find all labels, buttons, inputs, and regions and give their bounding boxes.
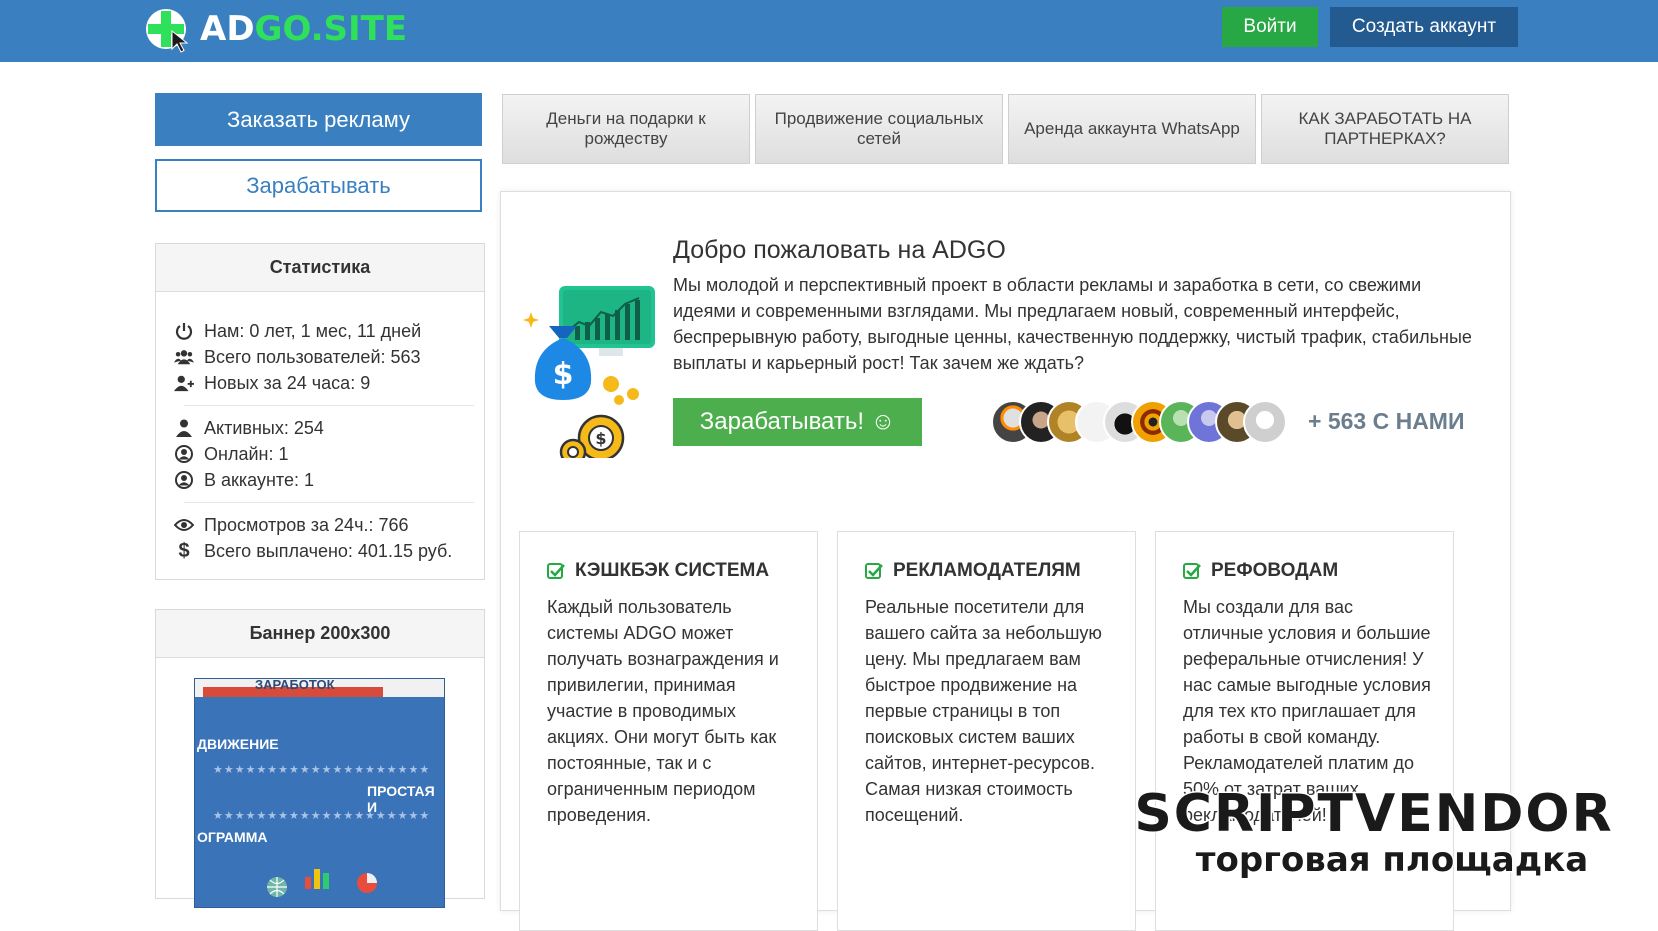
stats-divider xyxy=(184,502,474,503)
users-icon xyxy=(174,347,194,367)
banner-text: ДВИЖЕНИЕ xyxy=(197,736,279,752)
members-count: + 563 С НАМИ xyxy=(1308,408,1465,434)
stat-row: Всего пользователей: 563 xyxy=(174,344,466,370)
stat-row: В аккаунте: 1 xyxy=(174,467,466,493)
banner-text: ОГРАММА xyxy=(197,829,268,845)
card-text: Каждый пользователь системы ADGO может п… xyxy=(547,597,779,825)
stat-row: Новых за 24 часа: 9 xyxy=(174,370,466,396)
globe-icon xyxy=(267,877,287,897)
stat-text: Просмотров за 24ч.: 766 xyxy=(204,514,409,535)
power-icon xyxy=(174,321,194,341)
check-square-icon xyxy=(865,563,883,579)
svg-text:$: $ xyxy=(553,357,574,392)
user-plus-icon xyxy=(174,373,194,393)
tab-partner-earning[interactable]: КАК ЗАРАБОТАТЬ НА ПАРТНЕРКАХ? xyxy=(1261,94,1509,164)
tab-social-promotion[interactable]: Продвижение социальных сетей xyxy=(755,94,1003,164)
stat-row: Нам: 0 лет, 1 мес, 11 дней xyxy=(174,318,466,344)
stat-text: В аккаунте: 1 xyxy=(204,469,314,490)
feature-card-cashback: КЭШКБЭК СИСТЕМА Каждый пользователь сист… xyxy=(519,531,818,931)
logo-cross-icon xyxy=(146,9,189,53)
hero-earn-button[interactable]: Зарабатывать! ☺ xyxy=(673,398,922,446)
welcome-title: Добро пожаловать на ADGO xyxy=(673,236,1006,264)
check-square-icon xyxy=(1183,563,1201,579)
user-icon xyxy=(174,418,194,438)
stat-row: Просмотров за 24ч.: 766 xyxy=(174,512,466,538)
card-title: КЭШКБЭК СИСТЕМА xyxy=(547,560,769,582)
bar-chart-icon xyxy=(305,869,329,889)
register-button[interactable]: Создать аккаунт xyxy=(1330,7,1518,47)
login-button[interactable]: Войти xyxy=(1222,7,1318,47)
card-title-text: КЭШКБЭК СИСТЕМА xyxy=(575,560,770,581)
stat-text: Новых за 24 часа: 9 xyxy=(204,372,371,393)
eye-icon xyxy=(174,515,194,535)
avatar[interactable] xyxy=(1243,400,1287,444)
banner-image[interactable]: ЗАРАБОТОК ДВИЖЕНИЕ ★★★★★★★★★★★★★★★★★★★★ … xyxy=(194,678,445,908)
logo-text: ADGO.SITE xyxy=(200,9,407,49)
stats-group-age: Нам: 0 лет, 1 мес, 11 дней Всего пользов… xyxy=(156,318,484,396)
stat-text: Онлайн: 1 xyxy=(204,443,289,464)
dollar-icon: $ xyxy=(178,539,190,562)
tab-whatsapp-rent[interactable]: Аренда аккаунта WhatsApp xyxy=(1008,94,1256,164)
stat-text: Всего выплачено: 401.15 руб. xyxy=(204,540,453,561)
card-title: РЕФОВОДАМ xyxy=(1183,560,1338,582)
logo-text-ad: AD xyxy=(200,9,255,49)
site-logo[interactable]: ADGO.SITE xyxy=(144,4,407,54)
stat-text: Активных: 254 xyxy=(204,417,324,438)
stat-text: Всего пользователей: 563 xyxy=(204,346,421,367)
order-ads-button[interactable]: Заказать рекламу xyxy=(155,93,482,146)
stat-row: Онлайн: 1 xyxy=(174,441,466,467)
statistics-title: Статистика xyxy=(156,244,484,292)
tab-christmas-money[interactable]: Деньги на подарки к рождеству xyxy=(502,94,750,164)
stat-row: Активных: 254 xyxy=(174,415,466,441)
banner-title: Баннер 200х300 xyxy=(156,610,484,658)
banner-text: ЗАРАБОТОК xyxy=(255,678,335,692)
card-title-text: РЕФОВОДАМ xyxy=(1211,560,1339,581)
banner-panel: Баннер 200х300 ЗАРАБОТОК ДВИЖЕНИЕ ★★★★★★… xyxy=(155,609,485,908)
pie-chart-icon xyxy=(357,873,377,893)
stat-row: $ Всего выплачено: 401.15 руб. xyxy=(174,538,466,564)
check-square-icon xyxy=(547,563,565,579)
member-avatars xyxy=(991,398,1301,446)
svg-text:$: $ xyxy=(595,429,606,448)
watermark-subtitle: торговая площадка xyxy=(1196,840,1588,880)
money-growth-illustration: $ $ xyxy=(523,286,655,458)
user-circle-icon xyxy=(174,470,194,490)
logo-text-rest: GO.SITE xyxy=(254,9,408,49)
stat-text: Нам: 0 лет, 1 мес, 11 дней xyxy=(204,320,422,341)
user-circle-icon xyxy=(174,444,194,464)
statistics-panel: Статистика Нам: 0 лет, 1 мес, 11 дней Вс… xyxy=(155,243,485,580)
welcome-text: Мы молодой и перспективный проект в обла… xyxy=(673,275,1472,373)
card-title: РЕКЛАМОДАТЕЛЯМ xyxy=(865,560,1081,582)
stats-divider xyxy=(184,405,474,406)
card-text: Реальные посетители для вашего сайта за … xyxy=(865,597,1102,825)
sidebar-earn-button[interactable]: Зарабатывать xyxy=(155,159,482,212)
card-title-text: РЕКЛАМОДАТЕЛЯМ xyxy=(893,560,1081,581)
top-navbar: ADGO.SITE Войти Создать аккаунт xyxy=(0,0,1658,62)
stats-group-views: Просмотров за 24ч.: 766 $ Всего выплачен… xyxy=(156,512,484,564)
watermark-title: SCRIPTVENDOR xyxy=(1134,784,1613,844)
scriptvendor-watermark: SCRIPTVENDOR торговая площадка xyxy=(1133,783,1613,882)
stats-group-activity: Активных: 254 Онлайн: 1 В аккаунте: 1 xyxy=(156,415,484,493)
